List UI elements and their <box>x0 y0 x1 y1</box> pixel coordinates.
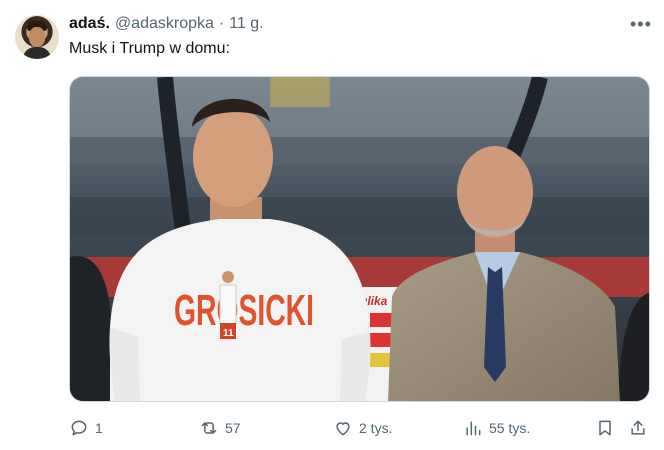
retweet-count: 57 <box>225 420 241 436</box>
separator-dot: · <box>218 15 225 32</box>
user-handle[interactable]: @adaskropka <box>115 15 214 33</box>
like-icon <box>336 422 350 436</box>
reply-count: 1 <box>95 420 103 436</box>
reply-icon <box>71 420 87 436</box>
retweet-icon <box>201 422 217 434</box>
timestamp[interactable]: 11 g. <box>229 15 263 33</box>
tweet-text: Musk i Trump w domu: <box>69 40 230 57</box>
avatar[interactable] <box>15 15 59 59</box>
like-count: 2 tys. <box>359 420 393 436</box>
views-icon <box>466 421 481 436</box>
reply-button[interactable]: 1 <box>69 414 103 442</box>
share-button[interactable] <box>628 414 648 442</box>
tweet-photo[interactable]: ulika GROSICKI 11 <box>69 76 650 402</box>
like-button[interactable]: 2 tys. <box>333 414 392 442</box>
views-button[interactable]: 55 tys. <box>463 414 530 442</box>
shirt-print-text: GROSICKI <box>174 286 314 335</box>
shirt-number: 11 <box>223 328 234 339</box>
avatar-shirt <box>23 47 51 59</box>
bookmark-icon <box>599 420 611 436</box>
bookmark-button[interactable] <box>595 414 615 442</box>
share-icon <box>631 420 645 435</box>
tweet-header: adaś. @adaskropka · 11 g. <box>69 15 264 33</box>
views-count: 55 tys. <box>489 420 531 436</box>
retweet-button[interactable]: 57 <box>199 414 241 442</box>
tweet-actions: 1 57 2 tys. 55 tys. <box>0 414 664 442</box>
display-name[interactable]: adaś. <box>69 15 110 33</box>
photo-illustration: ulika GROSICKI 11 <box>70 77 649 401</box>
avatar-face <box>29 27 45 47</box>
more-icon[interactable]: ••• <box>630 14 652 34</box>
